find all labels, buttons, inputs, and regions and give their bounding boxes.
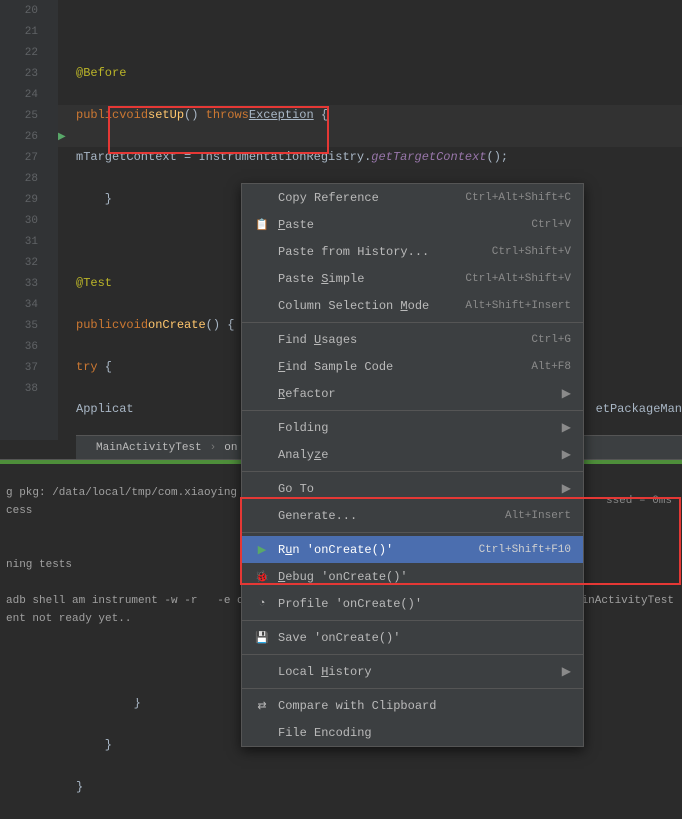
menu-item-paste-from-history-[interactable]: Paste from History...Ctrl+Shift+V — [242, 238, 583, 265]
shortcut: Alt+Shift+Insert — [465, 300, 571, 312]
blank-icon — [254, 481, 270, 497]
test-status: ssed – 0ms — [606, 495, 672, 507]
line-number: 36 — [0, 336, 58, 357]
menu-item-profile-oncreate-[interactable]: ◔Profile 'onCreate()' — [242, 590, 583, 617]
shortcut: Ctrl+Shift+V — [492, 246, 571, 258]
annotation: @Before — [76, 63, 126, 84]
blank-icon — [254, 298, 270, 314]
blank-icon — [254, 190, 270, 206]
context-menu: Copy ReferenceCtrl+Alt+Shift+C📋PasteCtrl… — [241, 183, 584, 747]
menu-item-copy-reference[interactable]: Copy ReferenceCtrl+Alt+Shift+C — [242, 184, 583, 211]
line-number: 32 — [0, 252, 58, 273]
chevron-right-icon: ▶ — [562, 664, 571, 679]
chevron-right-icon: › — [210, 442, 217, 454]
blank-icon — [254, 244, 270, 260]
gutter: 20 21 22 23 24 25 26 27 28 29 30 31 32 3… — [0, 0, 58, 440]
menu-item-run-oncreate-[interactable]: ▶Run 'onCreate()'Ctrl+Shift+F10 — [242, 536, 583, 563]
line-number: 30 — [0, 210, 58, 231]
menu-item-find-usages[interactable]: Find UsagesCtrl+G — [242, 326, 583, 353]
chevron-right-icon: ▶ — [562, 481, 571, 496]
line-number: 23 — [0, 63, 58, 84]
annotation: @Test — [76, 273, 112, 294]
blank-icon — [254, 420, 270, 436]
menu-item-paste-simple[interactable]: Paste SimpleCtrl+Alt+Shift+V — [242, 265, 583, 292]
shortcut: Ctrl+V — [531, 219, 571, 231]
breadcrumb-item[interactable]: MainActivityTest — [96, 442, 202, 454]
line-number: 33 — [0, 273, 58, 294]
shortcut: Ctrl+Alt+Shift+V — [465, 273, 571, 285]
line-number: 20 — [0, 0, 58, 21]
profile-icon: ◔ — [254, 596, 270, 612]
line-number: 35 — [0, 315, 58, 336]
blank-icon — [254, 359, 270, 375]
paste-icon: 📋 — [254, 217, 270, 233]
breadcrumb-item[interactable]: on — [224, 442, 237, 454]
chevron-right-icon: ▶ — [562, 447, 571, 462]
blank-icon — [254, 386, 270, 402]
line-number: 27 — [0, 147, 58, 168]
menu-item-refactor[interactable]: Refactor▶ — [242, 380, 583, 407]
shortcut: Alt+Insert — [505, 510, 571, 522]
shortcut: Ctrl+Alt+Shift+C — [465, 192, 571, 204]
run-gutter: ▶ — [58, 0, 76, 440]
menu-item-folding[interactable]: Folding▶ — [242, 414, 583, 441]
menu-item-go-to[interactable]: Go To▶ — [242, 475, 583, 502]
debug-icon: 🐞 — [254, 569, 270, 585]
line-number: 38 — [0, 378, 58, 399]
shortcut: Ctrl+Shift+F10 — [479, 544, 571, 556]
line-number: 22 — [0, 42, 58, 63]
chevron-right-icon: ▶ — [562, 420, 571, 435]
line-number: 25 — [0, 105, 58, 126]
run-icon: ▶ — [254, 542, 270, 558]
menu-item-local-history[interactable]: Local History▶ — [242, 658, 583, 685]
menu-item-analyze[interactable]: Analyze▶ — [242, 441, 583, 468]
shortcut: Ctrl+G — [531, 334, 571, 346]
line-number: 31 — [0, 231, 58, 252]
blank-icon — [254, 508, 270, 524]
blank-icon — [254, 447, 270, 463]
menu-item-compare-with-clipboard[interactable]: ⇄Compare with Clipboard — [242, 692, 583, 719]
menu-item-find-sample-code[interactable]: Find Sample CodeAlt+F8 — [242, 353, 583, 380]
blank-icon — [254, 664, 270, 680]
menu-item-save-oncreate-[interactable]: 💾Save 'onCreate()' — [242, 624, 583, 651]
run-icon[interactable]: ▶ — [58, 131, 66, 143]
shortcut: Alt+F8 — [531, 361, 571, 373]
save-icon: 💾 — [254, 630, 270, 646]
menu-item-debug-oncreate-[interactable]: 🐞Debug 'onCreate()' — [242, 563, 583, 590]
menu-item-generate-[interactable]: Generate...Alt+Insert — [242, 502, 583, 529]
line-number: 34 — [0, 294, 58, 315]
chevron-right-icon: ▶ — [562, 386, 571, 401]
line-number: 29 — [0, 189, 58, 210]
blank-icon — [254, 332, 270, 348]
line-number: 37 — [0, 357, 58, 378]
blank-icon — [254, 725, 270, 741]
blank-icon — [254, 271, 270, 287]
line-number: 24 — [0, 84, 58, 105]
line-number: 26 — [0, 126, 58, 147]
line-number: 21 — [0, 21, 58, 42]
menu-item-column-selection-mode[interactable]: Column Selection ModeAlt+Shift+Insert — [242, 292, 583, 319]
menu-item-file-encoding[interactable]: File Encoding — [242, 719, 583, 746]
compare-icon: ⇄ — [254, 698, 270, 714]
menu-item-paste[interactable]: 📋PasteCtrl+V — [242, 211, 583, 238]
line-number: 28 — [0, 168, 58, 189]
